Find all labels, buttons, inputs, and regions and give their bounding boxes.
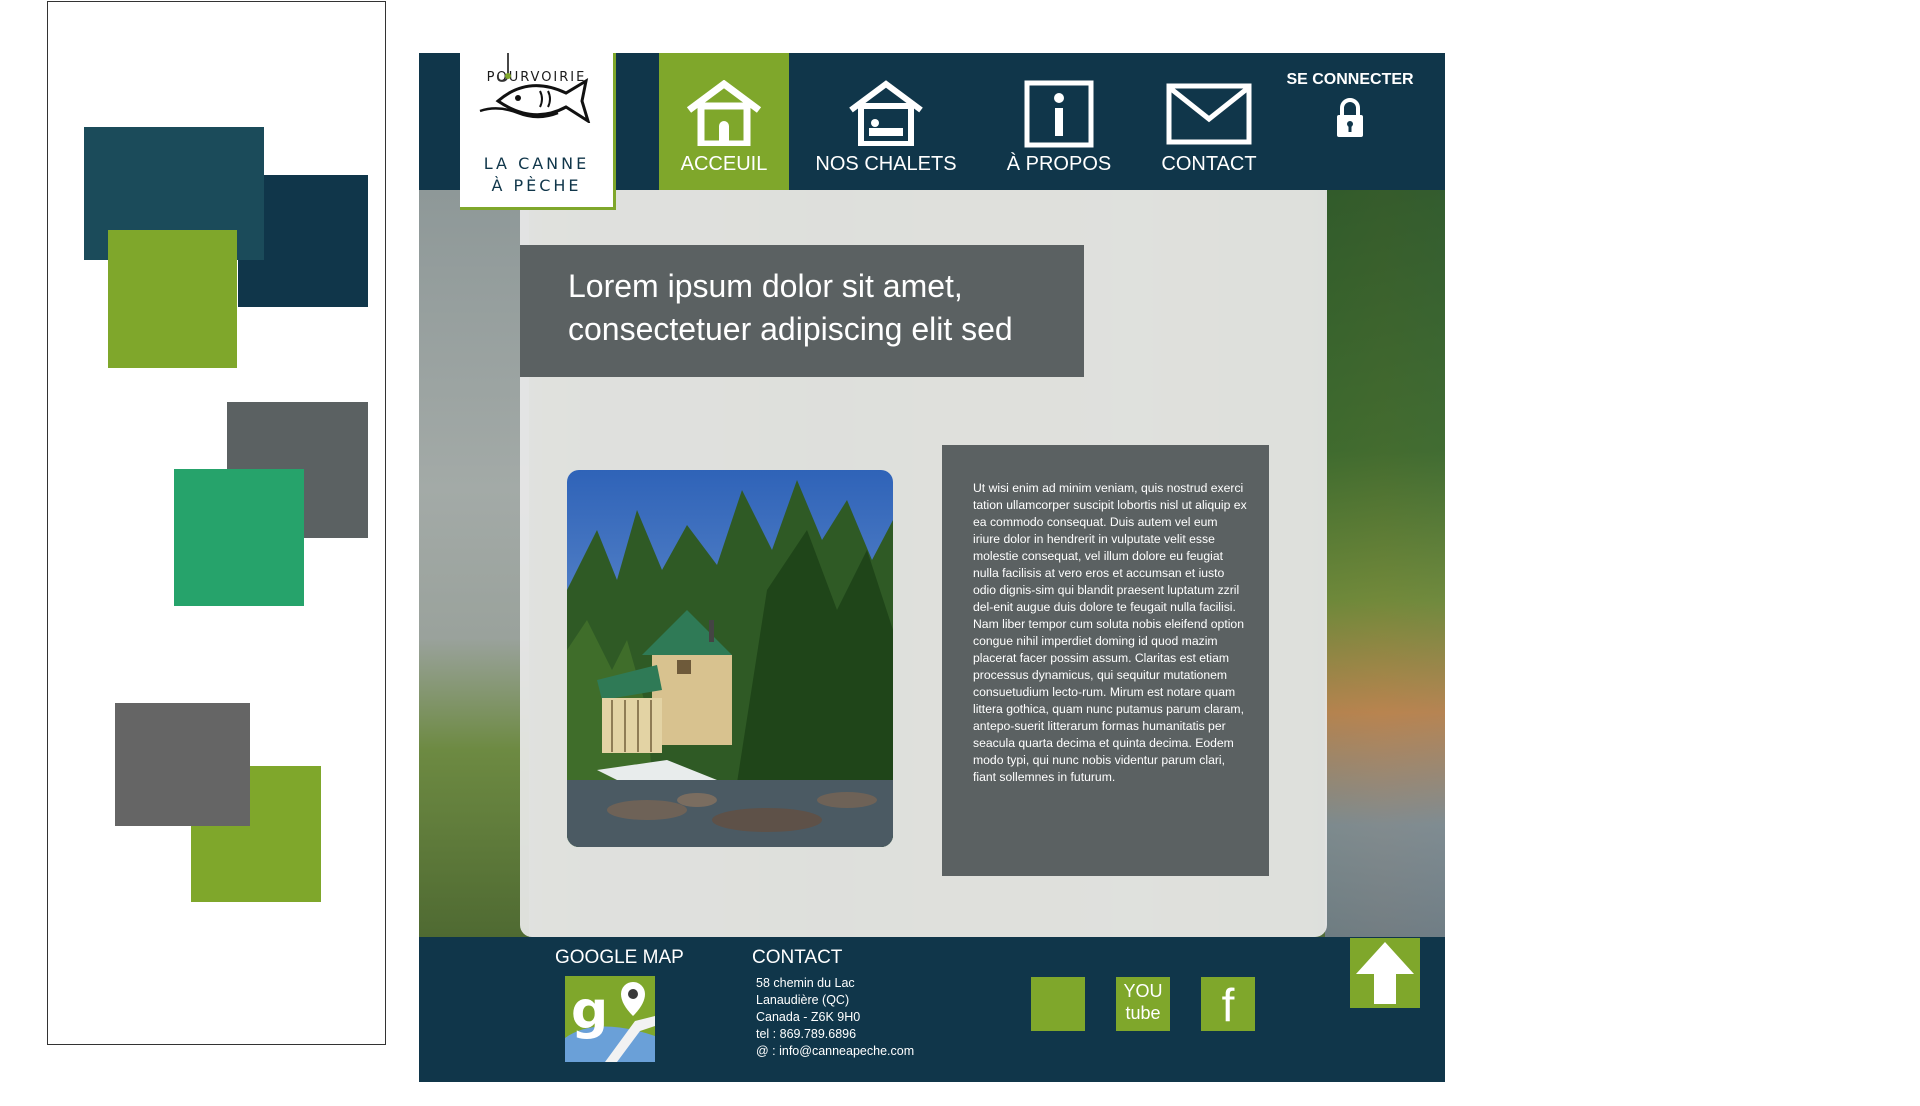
info-icon xyxy=(1024,80,1094,148)
nav-label-a-propos: À PROPOS xyxy=(1006,153,1112,175)
nav-item-a-propos[interactable]: À PROPOS xyxy=(999,53,1119,190)
youtube-button[interactable]: YOU tube xyxy=(1116,977,1170,1031)
nav-label-contact: CONTACT xyxy=(1161,153,1257,175)
address-line: 58 chemin du Lac xyxy=(756,976,855,990)
swatch-emerald xyxy=(174,469,304,606)
phone-line: tel : 869.789.6896 xyxy=(756,1027,857,1041)
google-map-heading: GOOGLE MAP xyxy=(555,947,684,968)
house-icon xyxy=(686,80,762,146)
google-maps-icon[interactable]: g xyxy=(565,976,655,1062)
headline-text: Lorem ipsum dolor sit amet, consectetuer… xyxy=(568,265,1013,351)
color-palette-panel xyxy=(47,1,386,1045)
logo-line-la-canne: LA CANNE xyxy=(483,154,590,173)
youtube-you: YOU xyxy=(1123,981,1163,1001)
cabin-photo xyxy=(567,470,893,847)
envelope-icon xyxy=(1166,83,1252,145)
login-link[interactable]: SE CONNECTER xyxy=(1275,71,1425,144)
svg-text:g: g xyxy=(571,981,608,1041)
cabin-bed-icon xyxy=(849,80,923,146)
description-box: Ut wisi enim ad minim veniam, quis nostr… xyxy=(942,445,1269,876)
facebook-icon: f xyxy=(1221,979,1235,1031)
footer: GOOGLE MAP g CONTACT 58 chemin du Lac La… xyxy=(419,937,1445,1082)
site-logo[interactable]: POURVOIRIE LA CANNE À PÈCHE xyxy=(460,53,616,210)
facebook-button[interactable]: f xyxy=(1201,977,1255,1031)
description-text: Ut wisi enim ad minim veniam, quis nostr… xyxy=(973,481,1247,784)
nav-label-nos-chalets: NOS CHALETS xyxy=(815,153,957,175)
logo-line-a-peche: À PÈCHE xyxy=(491,176,582,195)
lock-icon xyxy=(1337,98,1363,137)
swatch-mid-gray xyxy=(115,703,250,826)
website-mockup: ACCEUIL NOS CHALETS À PROPOS CONTACT SE … xyxy=(419,53,1445,1082)
nav-item-contact[interactable]: CONTACT xyxy=(1144,53,1274,190)
nav-label-acceuil: ACCEUIL xyxy=(680,153,768,175)
address-line: Canada - Z6K 9H0 xyxy=(756,1010,861,1024)
social-blank-button[interactable] xyxy=(1031,977,1085,1031)
address-line: Lanaudière (QC) xyxy=(756,993,850,1007)
youtube-tube: tube xyxy=(1125,1003,1161,1023)
headline-line-1: Lorem ipsum dolor sit amet, xyxy=(568,268,963,304)
email-line[interactable]: @ : info@canneapeche.com xyxy=(756,1043,914,1060)
fish-hook-icon xyxy=(479,53,591,123)
nav-item-acceuil[interactable]: ACCEUIL xyxy=(659,53,789,190)
nav-item-nos-chalets[interactable]: NOS CHALETS xyxy=(811,53,961,190)
login-label: SE CONNECTER xyxy=(1286,71,1414,88)
headline-line-2: consectetuer adipiscing elit sed xyxy=(568,311,1013,347)
contact-heading: CONTACT xyxy=(752,947,843,968)
back-to-top-button[interactable] xyxy=(1350,938,1420,1008)
swatch-lime-green xyxy=(108,230,237,368)
headline-box: Lorem ipsum dolor sit amet, consectetuer… xyxy=(520,245,1084,377)
contact-address: 58 chemin du Lac Lanaudière (QC) Canada … xyxy=(756,975,914,1060)
arrow-up-icon xyxy=(1356,942,1414,1004)
